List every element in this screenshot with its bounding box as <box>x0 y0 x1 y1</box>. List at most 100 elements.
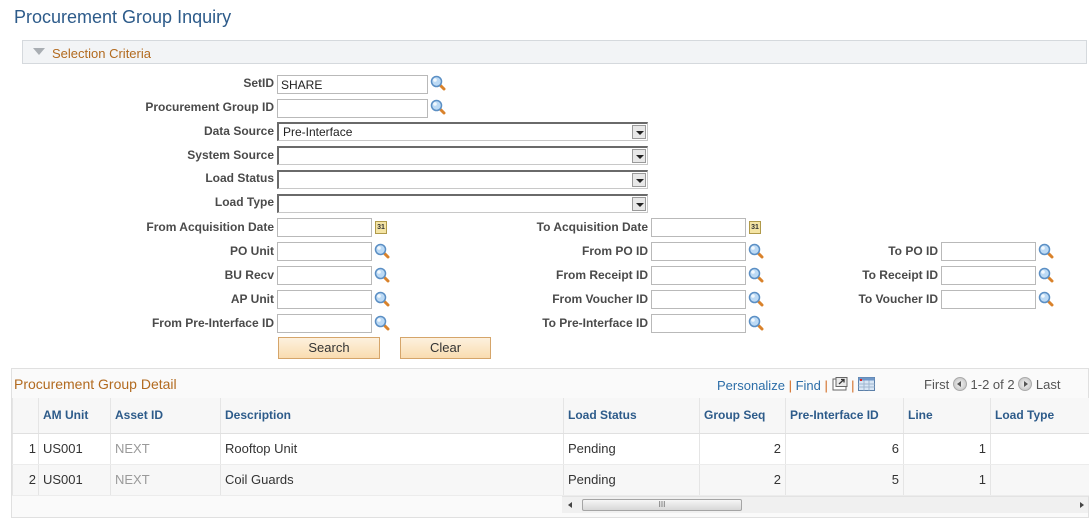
scroll-right-icon[interactable] <box>1080 502 1084 508</box>
grid-pager: First 1-2 of 2 Last <box>924 377 1060 392</box>
calendar-icon[interactable]: 31 <box>375 221 387 234</box>
from-po-id-input[interactable] <box>651 242 746 261</box>
from-receipt-id-label: From Receipt ID <box>555 268 648 282</box>
data-source-select[interactable]: Pre-Interface <box>277 122 648 141</box>
to-acquisition-date-input[interactable] <box>651 218 746 237</box>
bu-recv-lookup-icon[interactable] <box>374 267 390 283</box>
to-po-id-input[interactable] <box>941 242 1036 261</box>
scroll-left-icon[interactable] <box>568 502 572 508</box>
po-unit-input[interactable] <box>277 242 372 261</box>
from-po-id-lookup-icon[interactable] <box>748 243 764 259</box>
to-receipt-id-input[interactable] <box>941 266 1036 285</box>
ap-unit-input[interactable] <box>277 290 372 309</box>
to-voucher-id-input[interactable] <box>941 290 1036 309</box>
chevron-down-icon[interactable] <box>632 173 646 187</box>
procurement-group-id-label: Procurement Group ID <box>145 100 274 114</box>
column-header-asset-id[interactable]: Asset ID <box>110 398 221 434</box>
asset-id-cell: NEXT <box>110 464 221 496</box>
load-type-label: Load Type <box>214 195 274 209</box>
to-voucher-id-lookup-icon[interactable] <box>1038 291 1054 307</box>
load-status-label: Load Status <box>205 171 274 185</box>
chevron-down-icon[interactable] <box>632 149 646 163</box>
to-voucher-id-label: To Voucher ID <box>858 292 938 306</box>
column-header-rownum <box>12 398 39 434</box>
row-number: 1 <box>12 433 39 465</box>
group-seq-cell: 2 <box>699 433 786 465</box>
po-unit-lookup-icon[interactable] <box>374 243 390 259</box>
to-pre-interface-id-input[interactable] <box>651 314 746 333</box>
load-type-cell <box>990 433 1089 465</box>
from-pre-interface-id-input[interactable] <box>277 314 372 333</box>
from-pre-interface-id-label: From Pre-Interface ID <box>151 316 274 330</box>
from-receipt-id-lookup-icon[interactable] <box>748 267 764 283</box>
setid-label: SetID <box>243 76 274 90</box>
ap-unit-lookup-icon[interactable] <box>374 291 390 307</box>
collapse-triangle-icon[interactable] <box>33 48 45 55</box>
horizontal-scrollbar[interactable]: III <box>562 496 1088 513</box>
selection-criteria-header[interactable]: Selection Criteria <box>22 40 1087 64</box>
previous-icon[interactable] <box>952 377 967 391</box>
from-voucher-id-input[interactable] <box>651 290 746 309</box>
line-cell: 1 <box>903 433 991 465</box>
column-header-pre-interface-id[interactable]: Pre-Interface ID <box>785 398 904 434</box>
calendar-icon[interactable]: 31 <box>749 221 761 234</box>
from-receipt-id-input[interactable] <box>651 266 746 285</box>
first-link[interactable]: First <box>924 377 949 392</box>
separator: | <box>788 378 792 393</box>
procurement-group-id-lookup-icon[interactable] <box>430 99 446 115</box>
column-header-group-seq[interactable]: Group Seq <box>699 398 786 434</box>
asset-id-cell: NEXT <box>110 433 221 465</box>
bu-recv-label: BU Recv <box>224 268 274 282</box>
last-link[interactable]: Last <box>1036 377 1061 392</box>
pre-interface-id-cell: 5 <box>785 464 904 496</box>
load-type-select[interactable] <box>277 194 648 213</box>
grid-toolbar: Personalize | Find | | <box>717 377 876 393</box>
system-source-select[interactable] <box>277 146 648 165</box>
ap-unit-label: AP Unit <box>230 292 274 306</box>
selection-criteria-label: Selection Criteria <box>52 46 151 61</box>
separator: | <box>851 378 855 393</box>
personalize-link[interactable]: Personalize <box>717 378 785 393</box>
from-voucher-id-label: From Voucher ID <box>552 292 648 306</box>
column-header-am-unit[interactable]: AM Unit <box>38 398 111 434</box>
description-cell: Rooftop Unit <box>220 433 564 465</box>
pre-interface-id-cell: 6 <box>785 433 904 465</box>
load-status-select[interactable] <box>277 170 648 189</box>
data-source-value: Pre-Interface <box>283 125 353 139</box>
load-type-cell <box>990 464 1089 496</box>
to-pre-interface-id-lookup-icon[interactable] <box>748 315 764 331</box>
data-source-label: Data Source <box>203 124 274 138</box>
find-link[interactable]: Find <box>796 378 821 393</box>
from-voucher-id-lookup-icon[interactable] <box>748 291 764 307</box>
from-acquisition-date-input[interactable] <box>277 218 372 237</box>
to-po-id-lookup-icon[interactable] <box>1038 243 1054 259</box>
group-seq-cell: 2 <box>699 464 786 496</box>
grid-title: Procurement Group Detail <box>14 376 177 392</box>
page-title: Procurement Group Inquiry <box>14 7 232 27</box>
column-header-line[interactable]: Line <box>903 398 991 434</box>
to-po-id-label: To PO ID <box>888 244 938 258</box>
clear-button[interactable]: Clear <box>400 337 491 359</box>
scrollbar-thumb[interactable]: III <box>582 499 742 511</box>
bu-recv-input[interactable] <box>277 266 372 285</box>
chevron-down-icon[interactable] <box>632 197 646 211</box>
column-header-load-status[interactable]: Load Status <box>563 398 700 434</box>
system-source-label: System Source <box>187 148 274 162</box>
chevron-down-icon[interactable] <box>632 125 646 139</box>
setid-lookup-icon[interactable] <box>430 75 446 91</box>
to-receipt-id-label: To Receipt ID <box>862 268 938 282</box>
column-header-description[interactable]: Description <box>220 398 564 434</box>
column-header-load-type[interactable]: Load Type <box>990 398 1089 434</box>
view-all-icon[interactable] <box>832 377 848 391</box>
from-acquisition-date-label: From Acquisition Date <box>146 220 274 234</box>
to-receipt-id-lookup-icon[interactable] <box>1038 267 1054 283</box>
from-pre-interface-id-lookup-icon[interactable] <box>374 315 390 331</box>
download-spreadsheet-icon[interactable] <box>858 377 876 391</box>
setid-input[interactable] <box>277 75 428 94</box>
am-unit-cell: US001 <box>38 433 111 465</box>
search-button[interactable]: Search <box>278 337 380 359</box>
next-icon[interactable] <box>1018 377 1033 391</box>
load-status-cell: Pending <box>563 464 700 496</box>
procurement-group-id-input[interactable] <box>277 99 428 118</box>
detail-table: AM Unit Asset ID Description Load Status… <box>12 398 1089 496</box>
